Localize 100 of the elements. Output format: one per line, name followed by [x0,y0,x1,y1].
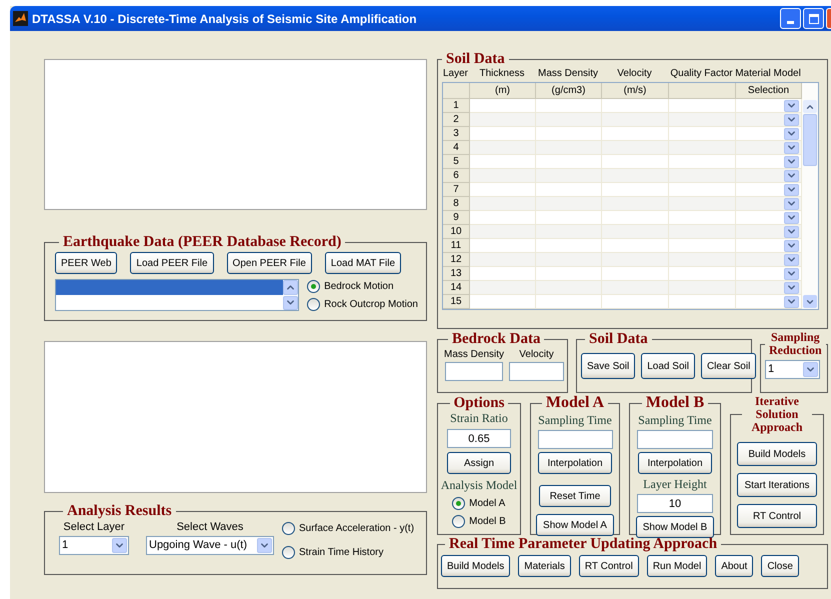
scroll-up-icon[interactable] [283,280,298,294]
scroll-down-icon[interactable] [803,295,817,308]
table-cell[interactable] [736,211,802,225]
action-button[interactable]: Interpolation [638,452,712,474]
text-field[interactable] [538,430,612,449]
table-cell[interactable] [669,295,736,309]
action-button[interactable]: Show Model B [636,516,714,538]
table-cell[interactable] [602,127,669,141]
text-field[interactable]: 0.65 [447,429,511,448]
action-button[interactable]: Run Model [646,555,708,577]
table-cell[interactable] [536,295,602,309]
table-cell[interactable] [669,183,736,197]
action-button[interactable]: Load Soil [641,353,695,379]
table-cell[interactable] [669,141,736,155]
action-button[interactable]: Assign [447,452,511,474]
table-cell[interactable] [602,155,669,169]
table-cell[interactable] [602,169,669,183]
table-cell[interactable] [602,183,669,197]
text-field[interactable]: 10 [637,494,713,513]
action-button[interactable]: Interpolation [538,452,612,474]
table-cell[interactable] [470,197,536,211]
table-cell[interactable] [536,99,602,113]
table-cell[interactable] [669,281,736,295]
table-cell[interactable] [470,239,536,253]
table-cell[interactable] [536,127,602,141]
table-cell[interactable] [536,267,602,281]
minimize-icon[interactable] [780,8,801,29]
table-cell[interactable] [736,281,802,295]
table-cell[interactable] [602,99,669,113]
table-cell[interactable] [602,113,669,127]
table-cell[interactable] [736,99,802,113]
table-cell[interactable] [536,197,602,211]
table-cell[interactable] [536,211,602,225]
scroll-up-icon[interactable] [803,100,817,113]
table-cell[interactable] [669,239,736,253]
maximize-icon[interactable] [803,8,824,29]
radio-option[interactable]: Model A [452,496,506,511]
scrollbar[interactable] [802,83,818,309]
table-cell[interactable] [736,197,802,211]
table-cell[interactable] [669,127,736,141]
table-cell[interactable] [470,113,536,127]
table-cell[interactable] [669,211,736,225]
dropdown[interactable]: Upgoing Wave - u(t) [146,536,274,554]
table-cell[interactable] [669,169,736,183]
table-cell[interactable] [536,239,602,253]
action-button[interactable]: Close [761,555,799,577]
scroll-down-icon[interactable] [283,296,298,310]
action-button[interactable]: Open PEER File [226,252,312,274]
record-list[interactable] [55,279,300,311]
table-cell[interactable] [736,239,802,253]
dropdown[interactable]: 1 [59,536,129,554]
table-cell[interactable] [470,253,536,267]
dropdown[interactable]: 1 [765,360,820,379]
table-cell[interactable] [470,295,536,309]
table-cell[interactable] [736,183,802,197]
table-cell[interactable] [736,127,802,141]
table-cell[interactable] [602,267,669,281]
action-button[interactable]: Clear Soil [700,353,756,379]
radio-option[interactable]: Bedrock Motion [307,279,418,294]
table-cell[interactable] [669,197,736,211]
action-button[interactable]: Show Model A [536,514,614,536]
text-field[interactable] [509,362,564,381]
table-cell[interactable] [470,281,536,295]
action-button[interactable]: Materials [518,555,571,577]
table-cell[interactable] [536,155,602,169]
table-cell[interactable] [602,225,669,239]
table-cell[interactable] [470,155,536,169]
action-button[interactable]: Start Iterations [737,473,817,497]
table-cell[interactable] [736,113,802,127]
table-cell[interactable] [470,267,536,281]
action-button[interactable]: About [715,555,754,577]
table-cell[interactable] [470,99,536,113]
table-cell[interactable] [736,155,802,169]
table-cell[interactable] [669,253,736,267]
table-cell[interactable] [669,113,736,127]
table-cell[interactable] [536,113,602,127]
table-cell[interactable] [602,281,669,295]
table-cell[interactable] [470,141,536,155]
table-cell[interactable] [669,99,736,113]
table-cell[interactable] [602,295,669,309]
table-cell[interactable] [536,225,602,239]
action-button[interactable]: Load PEER File [130,252,214,274]
action-button[interactable]: PEER Web [55,252,118,274]
table-cell[interactable] [669,267,736,281]
table-cell[interactable] [736,295,802,309]
table-cell[interactable] [470,127,536,141]
scroll-thumb[interactable] [803,114,817,166]
table-cell[interactable] [736,267,802,281]
action-button[interactable]: RT Control [578,555,639,577]
action-button[interactable]: Build Models [737,442,817,466]
table-cell[interactable] [536,141,602,155]
text-field[interactable] [637,430,713,449]
action-button[interactable]: Load MAT File [324,252,402,274]
table-cell[interactable] [736,253,802,267]
table-cell[interactable] [736,141,802,155]
radio-option[interactable]: Rock Outcrop Motion [307,297,418,312]
table-cell[interactable] [736,169,802,183]
table-cell[interactable] [536,169,602,183]
table-cell[interactable] [536,281,602,295]
table-cell[interactable] [602,239,669,253]
